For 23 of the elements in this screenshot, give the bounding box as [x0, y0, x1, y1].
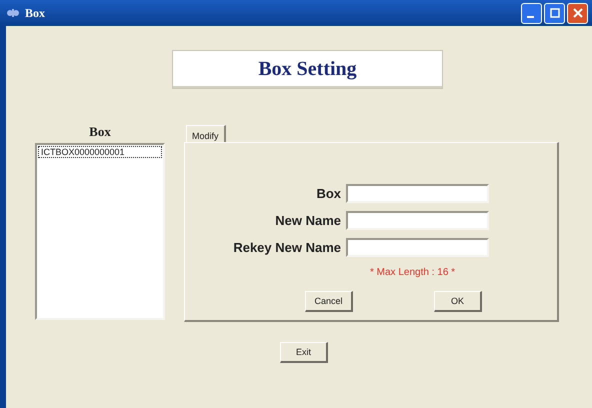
maximize-icon [550, 8, 560, 18]
window-title: Box [25, 6, 46, 20]
minimize-icon [527, 16, 534, 18]
input-field[interactable] [346, 211, 489, 230]
tab[interactable]: Modify [186, 125, 226, 142]
close-button[interactable] [567, 2, 588, 24]
cancel-button[interactable]: Cancel [305, 291, 353, 312]
field-label: Rekey New Name [233, 240, 341, 255]
field-label: New Name [275, 213, 341, 228]
max-length-note: * Max Length : 16 * [370, 267, 456, 278]
input-field[interactable] [346, 184, 489, 203]
minimize-button[interactable] [521, 2, 542, 24]
close-icon [572, 8, 582, 18]
exit-button[interactable]: Exit [280, 342, 328, 363]
box-list[interactable]: ICTBOX0000000001 [35, 143, 165, 320]
ok-button[interactable]: OK [434, 291, 482, 312]
field-label: Box [316, 186, 341, 201]
maximize-button[interactable] [544, 2, 565, 24]
list-item[interactable]: ICTBOX0000000001 [38, 146, 162, 158]
app-icon [6, 6, 20, 20]
input-field[interactable] [346, 238, 489, 257]
list-label: Box [89, 125, 111, 139]
header-title: Box Setting [172, 50, 443, 89]
